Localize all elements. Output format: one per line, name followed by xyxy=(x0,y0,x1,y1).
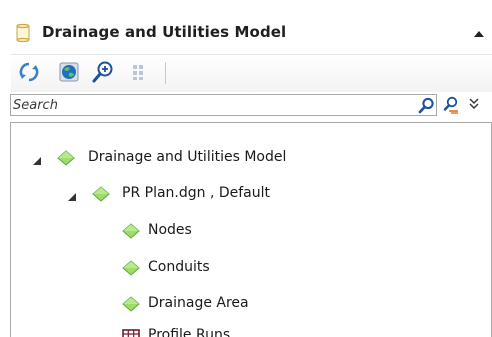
tree-item-profile-runs[interactable]: Profile Runs xyxy=(11,321,481,337)
zoom-in-icon[interactable] xyxy=(91,60,115,84)
tree-node-label: PR Plan.dgn , Default xyxy=(122,185,271,201)
green-diamond-icon xyxy=(56,148,76,168)
toolbar-separator xyxy=(165,62,166,84)
tree-node-root[interactable]: Drainage and Utilities Model xyxy=(11,143,481,173)
green-diamond-icon xyxy=(121,294,141,314)
tree-node-label: Drainage and Utilities Model xyxy=(88,149,287,165)
search-row xyxy=(10,92,492,118)
tree-item-label: Nodes xyxy=(148,222,192,238)
panel-title: Drainage and Utilities Model xyxy=(42,23,287,41)
collapse-triangle-icon[interactable] xyxy=(66,188,78,201)
search-input[interactable] xyxy=(13,95,403,115)
tree-item-label: Profile Runs xyxy=(148,327,231,337)
model-tree: Drainage and Utilities Model PR Plan.dgn… xyxy=(10,122,492,337)
grid-icon[interactable] xyxy=(128,60,152,84)
green-diamond-icon xyxy=(121,258,141,278)
toolbar xyxy=(11,54,492,92)
refresh-icon[interactable] xyxy=(17,60,41,84)
tree-item-nodes[interactable]: Nodes xyxy=(11,216,481,246)
caret-up-icon[interactable] xyxy=(472,26,486,40)
tree-item-label: Conduits xyxy=(148,259,210,275)
green-diamond-icon xyxy=(91,184,111,204)
document-cylinder-icon xyxy=(13,23,33,43)
tree-item-conduits[interactable]: Conduits xyxy=(11,253,481,283)
panel-header[interactable]: Drainage and Utilities Model xyxy=(10,16,492,50)
table-grid-icon xyxy=(121,326,141,337)
tree-item-drainage-area[interactable]: Drainage Area xyxy=(11,289,481,319)
search-icon[interactable] xyxy=(418,97,435,114)
explorer-panel: Drainage and Utilities Model Search Drai… xyxy=(10,16,492,337)
search-box xyxy=(10,94,437,116)
expand-more-icon[interactable] xyxy=(467,96,481,112)
search-filter-icon[interactable] xyxy=(442,96,460,114)
collapse-triangle-icon[interactable] xyxy=(31,152,43,165)
green-diamond-icon xyxy=(121,221,141,241)
globe-icon[interactable] xyxy=(57,60,81,84)
tree-item-label: Drainage Area xyxy=(148,295,249,311)
tree-node-model[interactable]: PR Plan.dgn , Default xyxy=(11,179,481,209)
